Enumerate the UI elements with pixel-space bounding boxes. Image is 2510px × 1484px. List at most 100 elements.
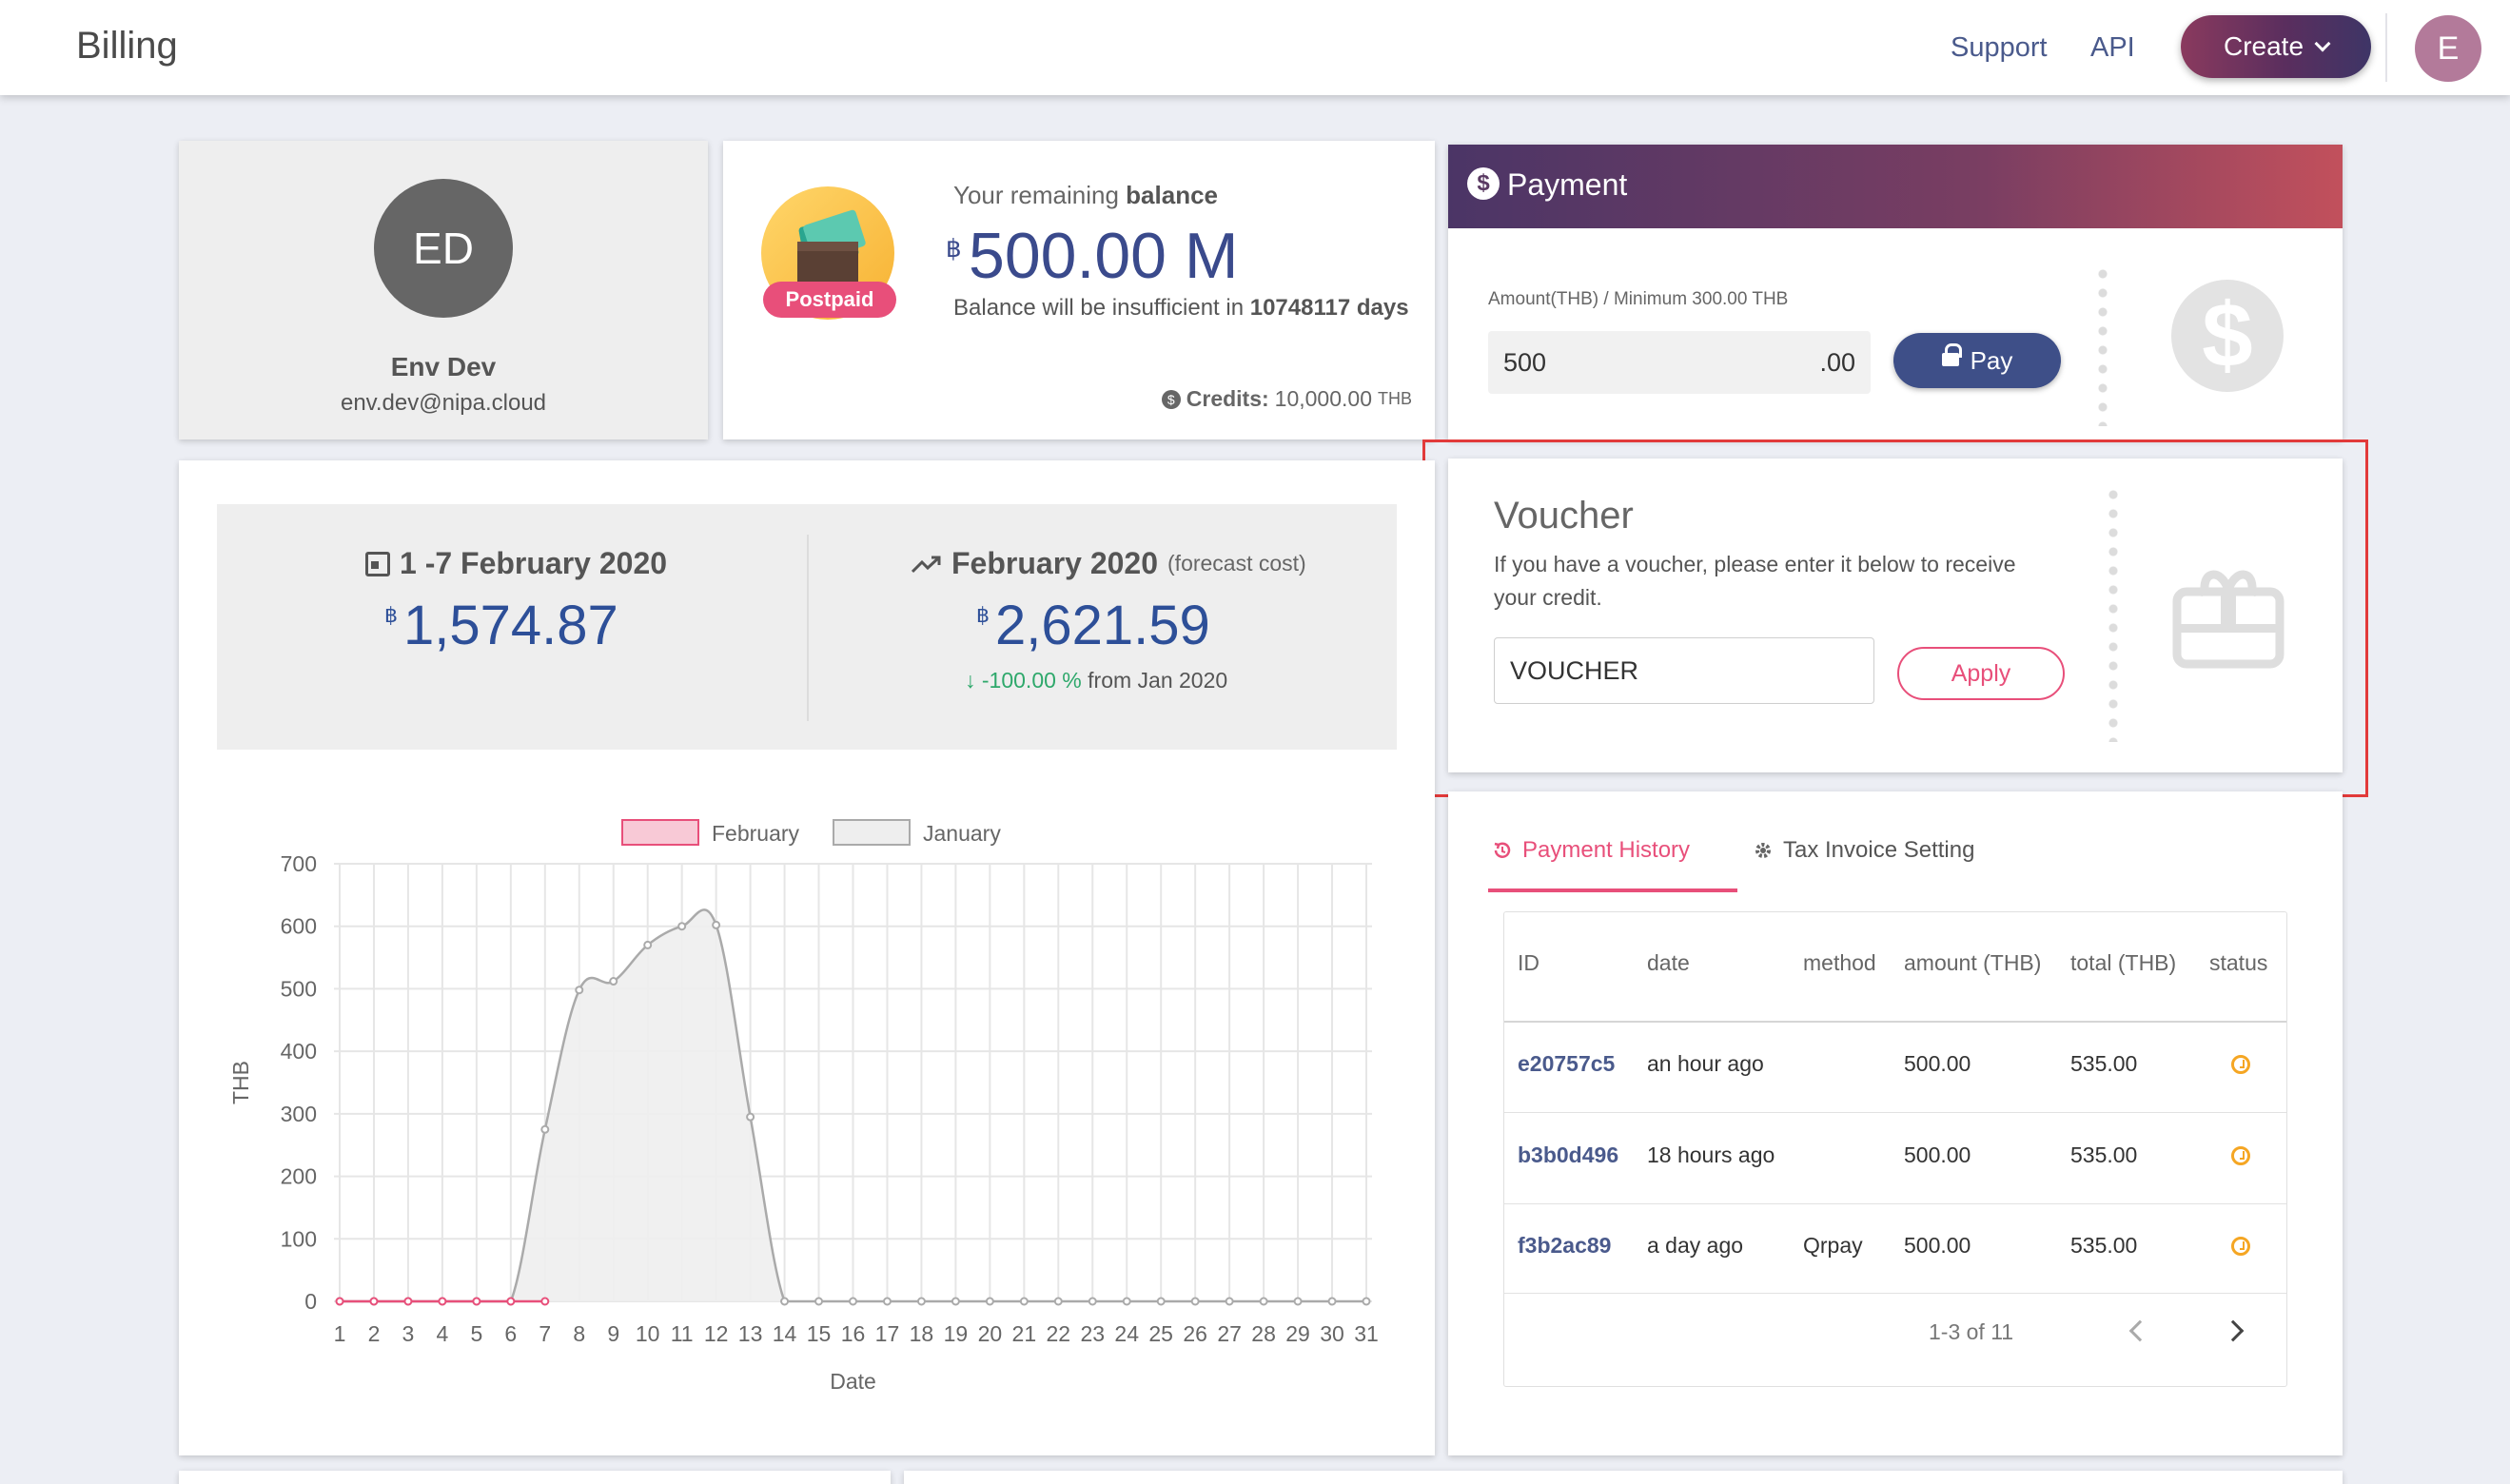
payment-id-link[interactable]: b3b0d496 xyxy=(1518,1142,1618,1168)
x-tick-label: 7 xyxy=(539,1321,551,1346)
y-tick-label: 400 xyxy=(281,1039,317,1064)
x-tick-label: 27 xyxy=(1217,1321,1242,1346)
x-tick-label: 23 xyxy=(1080,1321,1105,1346)
balance-label: Your remaining balance xyxy=(953,181,1218,209)
x-tick-label: 11 xyxy=(671,1321,694,1346)
data-point xyxy=(403,1297,413,1306)
payment-total: 535.00 xyxy=(2070,1142,2138,1167)
support-link[interactable]: Support xyxy=(1951,32,2048,64)
x-tick-label: 10 xyxy=(636,1321,660,1346)
data-point xyxy=(1190,1297,1200,1306)
plan-badge: Postpaid xyxy=(763,282,896,318)
x-tick-label: 24 xyxy=(1114,1321,1139,1346)
data-point xyxy=(335,1297,344,1306)
column-header[interactable]: total (THB) xyxy=(2070,950,2176,976)
legend-label: February xyxy=(712,821,800,846)
create-button-label: Create xyxy=(2223,31,2304,61)
lock-icon xyxy=(1941,343,1962,370)
data-point xyxy=(849,1297,857,1306)
data-point xyxy=(1225,1297,1234,1306)
column-header[interactable]: amount (THB) xyxy=(1904,950,2041,976)
x-tick-label: 8 xyxy=(573,1321,585,1346)
column-header[interactable]: date xyxy=(1647,950,1690,976)
x-tick-label: 12 xyxy=(704,1321,729,1346)
data-point xyxy=(1088,1297,1097,1306)
x-tick-label: 3 xyxy=(402,1321,415,1346)
amount-value: 500 xyxy=(1503,347,1547,377)
payment-title: Payment xyxy=(1507,167,1628,202)
data-point xyxy=(1293,1297,1303,1306)
legend-label: January xyxy=(923,821,1001,846)
data-point xyxy=(985,1297,994,1306)
x-tick-label: 5 xyxy=(470,1321,482,1346)
data-point xyxy=(1362,1297,1371,1306)
pending-status-icon xyxy=(2231,1146,2250,1165)
x-tick-label: 17 xyxy=(875,1321,900,1346)
page-title: Billing xyxy=(76,25,178,67)
tab-payment-history[interactable]: Payment History xyxy=(1492,837,1690,864)
x-tick-label: 29 xyxy=(1285,1321,1310,1346)
data-point xyxy=(540,1297,550,1306)
payment-method: Qrpay xyxy=(1803,1233,1863,1258)
data-point xyxy=(1156,1297,1166,1306)
payment-amount: 500.00 xyxy=(1904,1233,1971,1258)
x-tick-label: 26 xyxy=(1183,1321,1207,1346)
payment-card: $ Payment Amount(THB) / Minimum 300.00 T… xyxy=(1448,145,2343,439)
dotted-divider xyxy=(2098,264,2108,426)
x-tick-label: 13 xyxy=(738,1321,763,1346)
pagination-info: 1-3 of 11 xyxy=(1929,1319,2014,1344)
amount-input[interactable]: 500 .00 xyxy=(1488,331,1871,394)
data-point xyxy=(712,920,721,929)
y-tick-label: 300 xyxy=(281,1102,317,1126)
gear-icon xyxy=(1755,843,1771,858)
x-tick-label: 9 xyxy=(607,1321,619,1346)
x-tick-label: 16 xyxy=(841,1321,866,1346)
column-header[interactable]: status xyxy=(2209,950,2267,976)
data-point xyxy=(677,922,687,931)
pay-button[interactable]: Pay xyxy=(1893,333,2061,388)
top-bar: Billing Support API Create E xyxy=(0,0,2510,95)
credits-info: $ Credits: 10,000.00 THB xyxy=(1161,386,1412,412)
coin-icon: $ xyxy=(1161,389,1181,409)
data-point xyxy=(369,1297,379,1306)
data-point xyxy=(746,1112,755,1122)
data-point xyxy=(472,1297,481,1306)
data-point xyxy=(1019,1297,1029,1306)
x-tick-label: 18 xyxy=(910,1321,934,1346)
data-point xyxy=(438,1297,447,1306)
tab-tax-invoice-setting[interactable]: Tax Invoice Setting xyxy=(1753,837,1974,864)
amount-decimals: .00 xyxy=(1819,347,1855,377)
header-divider xyxy=(1504,1021,2286,1023)
usage-card: 1 -7 February 2020 ฿ 1,574.87 February 2… xyxy=(179,460,1435,1455)
payment-total: 535.00 xyxy=(2070,1051,2138,1076)
x-tick-label: 15 xyxy=(807,1321,832,1346)
payment-id-link[interactable]: e20757c5 xyxy=(1518,1051,1615,1077)
profile-card: ED Env Dev env.dev@nipa.cloud xyxy=(179,141,708,439)
dollar-icon: $ xyxy=(2171,280,2284,392)
user-avatar[interactable]: E xyxy=(2415,15,2481,82)
highlight-box xyxy=(1422,439,2368,797)
create-button[interactable]: Create xyxy=(2181,15,2371,78)
payment-total: 535.00 xyxy=(2070,1233,2138,1258)
prev-page-icon[interactable] xyxy=(2128,1319,2151,1342)
credits-label: Credits: xyxy=(1186,386,1269,411)
data-point xyxy=(1053,1297,1063,1306)
payment-id-link[interactable]: f3b2ac89 xyxy=(1518,1233,1611,1259)
bottom-card xyxy=(179,1471,891,1484)
data-point xyxy=(882,1297,892,1306)
payment-amount: 500.00 xyxy=(1904,1051,1971,1076)
data-point xyxy=(814,1297,824,1306)
payment-date: a day ago xyxy=(1647,1233,1744,1258)
data-point xyxy=(506,1297,516,1306)
pending-status-icon xyxy=(2231,1055,2250,1074)
chevron-down-icon xyxy=(2314,35,2331,52)
baht-symbol: ฿ xyxy=(946,234,962,263)
data-point xyxy=(1259,1297,1268,1306)
legend-swatch xyxy=(621,819,699,846)
column-header[interactable]: method xyxy=(1803,950,1876,976)
data-point xyxy=(951,1297,960,1306)
next-page-icon[interactable] xyxy=(2222,1319,2245,1342)
dollar-icon: $ xyxy=(1467,167,1500,200)
column-header[interactable]: ID xyxy=(1518,950,1539,976)
api-link[interactable]: API xyxy=(2090,32,2135,64)
